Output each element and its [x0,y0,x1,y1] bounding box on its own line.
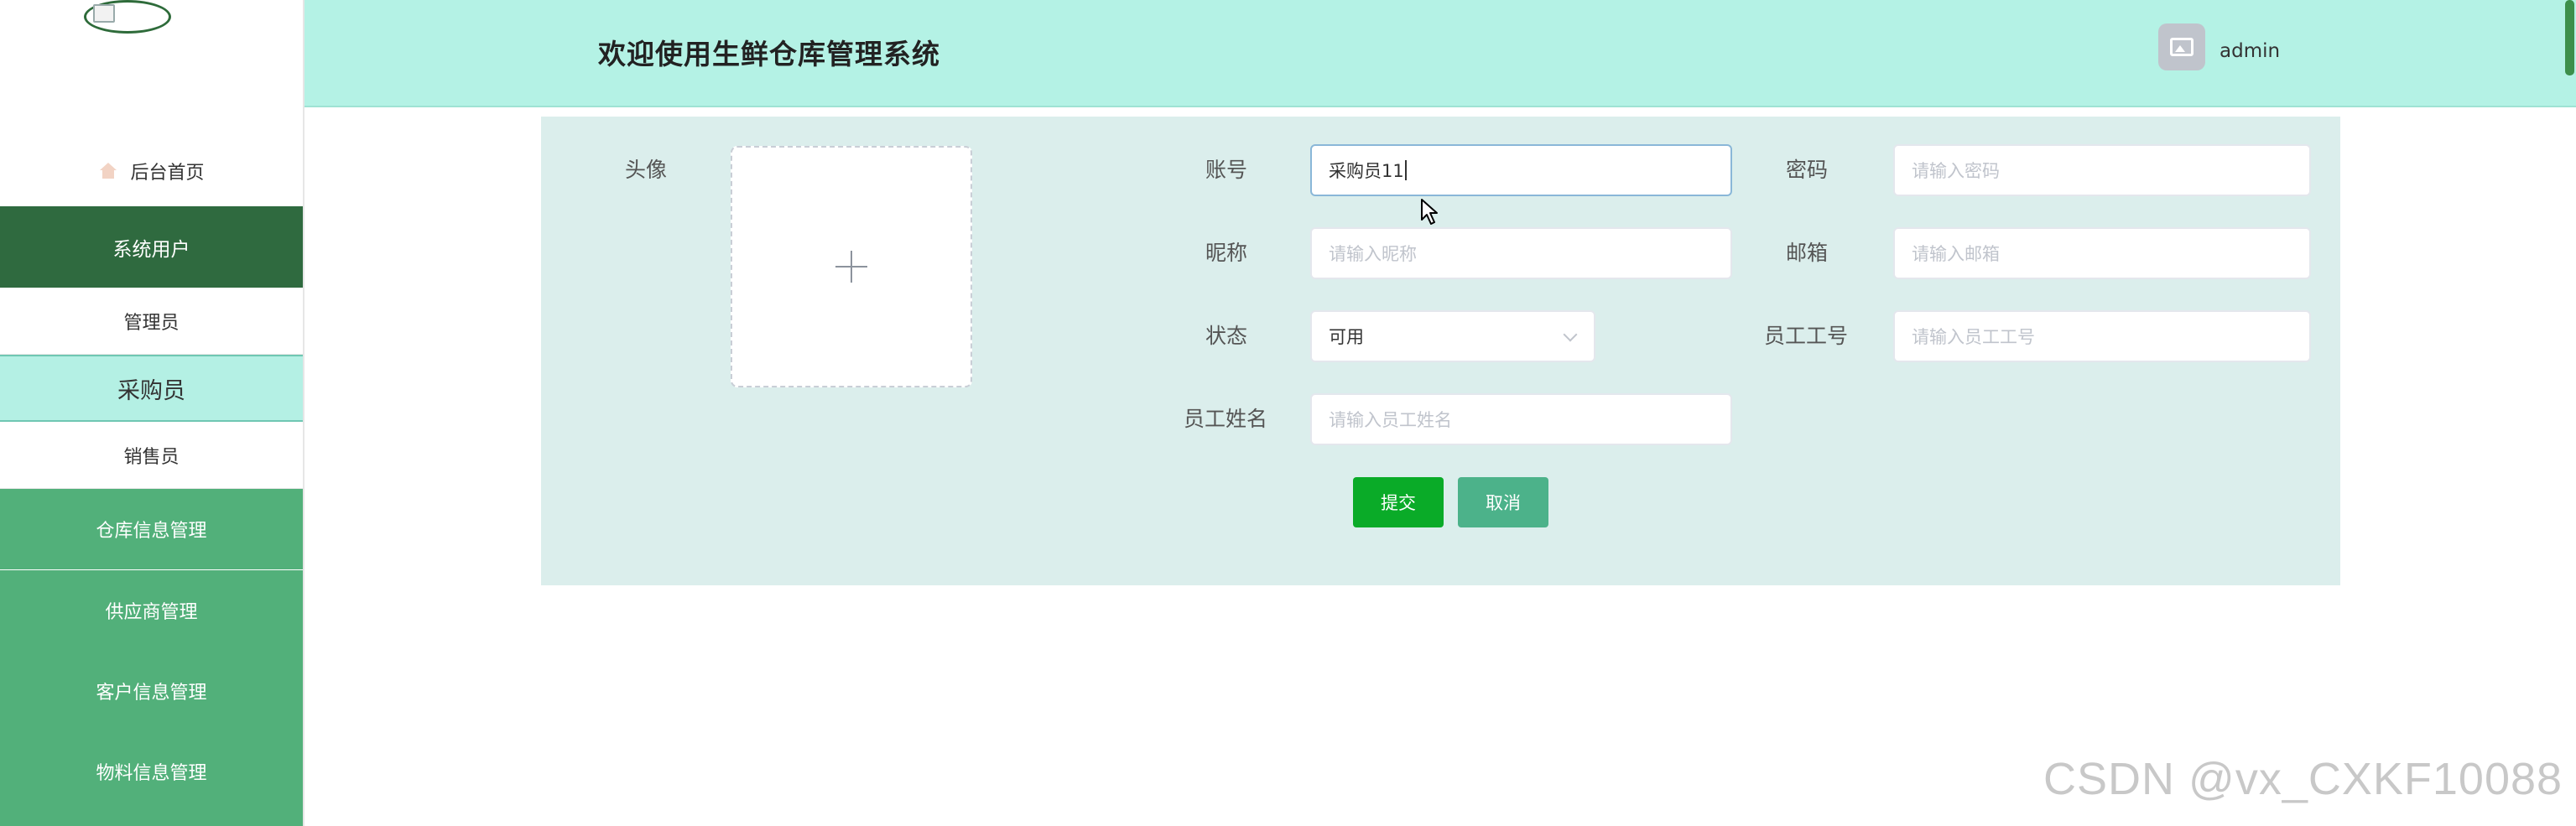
account-label: 账号 [1205,158,1248,182]
avatar-label: 头像 [625,158,668,182]
cancel-button[interactable]: 取消 [1458,477,1548,527]
watermark: CSDN @vx_CXKF10088 [2043,754,2563,804]
employee-no-label: 员工工号 [1764,324,1849,348]
scrollbar-thumb[interactable] [2565,0,2574,75]
mouse-cursor-icon [1421,199,1438,225]
sidebar-item-label: 客户信息管理 [96,683,207,704]
sidebar-item-label: 仓库信息管理 [96,521,207,542]
employee-name-input[interactable]: 请输入员工姓名 [1310,393,1732,445]
avatar-upload[interactable] [731,146,972,387]
logo [84,0,171,34]
sidebar-item-home[interactable]: 后台首页 [0,149,303,193]
sidebar-subitem-buyer[interactable]: 采购员 [0,355,303,422]
sidebar-subitem-admin[interactable]: 管理员 [0,288,303,355]
sidebar-item-supplier[interactable]: 供应商管理 [0,570,303,651]
text-caret [1404,160,1407,180]
employee-no-input[interactable]: 请输入员工工号 [1893,310,2311,362]
image-icon [2170,38,2194,56]
broken-image-icon [93,4,115,23]
plus-icon [835,251,867,283]
sidebar-item-label: 管理员 [123,312,180,334]
email-input[interactable]: 请输入邮箱 [1893,227,2311,279]
sidebar-item-label: 采购员 [117,377,185,404]
sidebar-item-label: 供应商管理 [105,602,198,623]
sidebar-item-customer[interactable]: 客户信息管理 [0,651,303,731]
submit-button[interactable]: 提交 [1353,477,1444,527]
page-title: 欢迎使用生鲜仓库管理系统 [598,38,940,70]
avatar[interactable] [2158,23,2205,70]
form-panel: 头像 账号 采购员11 密码 请输入密码 昵称 请输入昵称 邮箱 请输入邮箱 状… [541,117,2340,585]
sidebar-item-warehouse[interactable]: 仓库信息管理 [0,489,303,569]
sidebar-item-system-users[interactable]: 系统用户 [0,206,303,288]
sidebar-item-label: 后台首页 [130,163,205,184]
sidebar-item-material[interactable]: 物料信息管理 [0,731,303,826]
status-label: 状态 [1205,324,1248,348]
sidebar-item-label: 系统用户 [112,238,190,261]
status-value: 可用 [1329,327,1364,347]
nickname-input[interactable]: 请输入昵称 [1310,227,1732,279]
sidebar-item-label: 销售员 [123,446,180,468]
email-label: 邮箱 [1786,241,1829,265]
sidebar-item-label: 物料信息管理 [96,763,207,784]
password-label: 密码 [1786,158,1829,182]
status-select[interactable]: 可用 [1310,310,1595,362]
nickname-label: 昵称 [1205,241,1248,265]
password-input[interactable]: 请输入密码 [1893,144,2311,196]
sidebar: 后台首页 系统用户 管理员 采购员 销售员 仓库信息管理 供应商管理 客户信息管… [0,0,304,826]
account-value: 采购员11 [1329,161,1404,181]
header: 欢迎使用生鲜仓库管理系统 admin [304,0,2576,107]
username[interactable]: admin [2220,40,2280,62]
home-icon [98,163,118,179]
employee-name-label: 员工姓名 [1184,407,1268,431]
chevron-down-icon [1563,327,1578,342]
sidebar-subitem-seller[interactable]: 销售员 [0,422,303,489]
account-input[interactable]: 采购员11 [1310,144,1732,196]
